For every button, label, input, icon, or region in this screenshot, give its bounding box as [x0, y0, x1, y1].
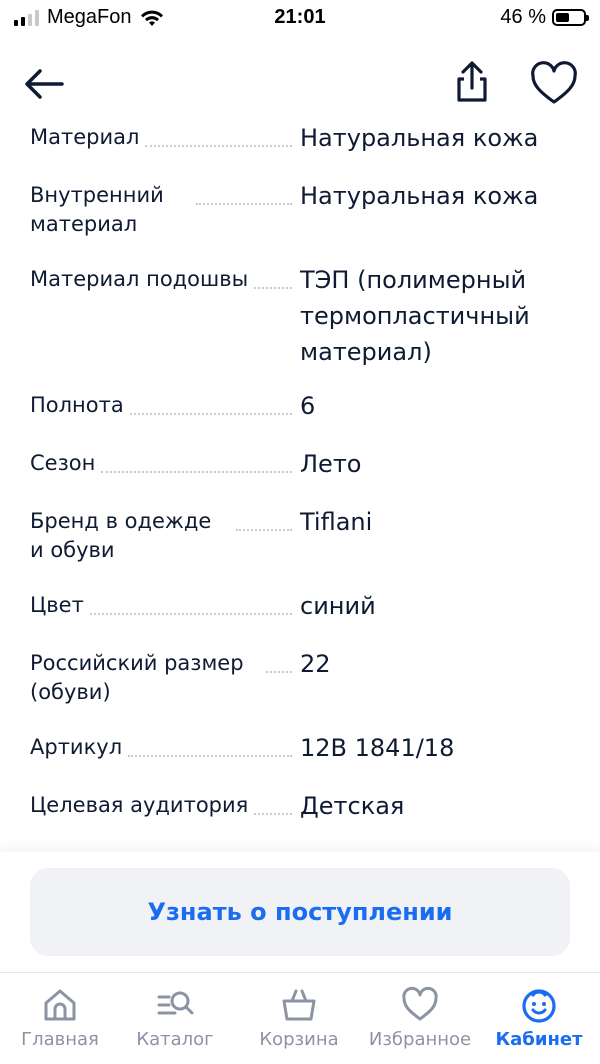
spec-row: Бренд в одежде и обуви Tiflani [0, 504, 600, 588]
spec-value: синий [300, 592, 376, 620]
spec-row: Российский размер (обуви) 22 [0, 646, 600, 730]
share-icon[interactable] [448, 58, 496, 106]
tab-home[interactable]: Главная [5, 985, 115, 1050]
dotted-leader [266, 649, 292, 673]
notify-arrival-button[interactable]: Узнать о поступлении [30, 868, 570, 956]
dotted-leader [101, 449, 292, 473]
tab-label: Корзина [259, 1029, 339, 1050]
spec-value: 6 [300, 392, 316, 420]
status-right: 46 % [500, 6, 589, 29]
spec-value: 12B 1841/18 [300, 734, 455, 762]
spec-row: Артикул 12B 1841/18 [0, 730, 600, 788]
dotted-leader [254, 791, 292, 815]
spec-row: Цвет синий [0, 588, 600, 646]
spec-value: Натуральная кожа [300, 182, 539, 210]
battery-icon [552, 9, 589, 26]
battery-percent: 46 % [500, 6, 546, 28]
dotted-leader [145, 123, 292, 147]
dotted-leader [129, 391, 292, 415]
spec-label: Бренд в одежде и обуви [30, 507, 236, 565]
tab-bar: Главная Каталог Корзина Избранное Кабине… [0, 972, 600, 1064]
tab-catalog[interactable]: Каталог [120, 985, 230, 1050]
dotted-leader [128, 733, 292, 757]
status-bar: MegaFon 21:01 46 % [0, 0, 600, 40]
spec-value: ТЭП (полимерный термопластичный материал… [300, 266, 530, 366]
spec-row: Материал подошвы ТЭП (полимерный термопл… [0, 262, 600, 388]
spec-label: Материал подошвы [30, 265, 255, 294]
tab-cart[interactable]: Корзина [244, 985, 354, 1050]
dotted-leader [89, 591, 292, 615]
tab-label: Главная [21, 1029, 99, 1050]
specs-list: Материал Натуральная кожа Внутренний мат… [0, 118, 600, 853]
dotted-leader [254, 265, 292, 289]
tab-account[interactable]: Кабинет [484, 985, 594, 1050]
tab-label: Кабинет [495, 1029, 583, 1050]
spec-value: Детская [300, 792, 405, 820]
spec-value: Tiflani [300, 508, 373, 536]
spec-label: Сезон [30, 449, 102, 478]
basket-icon [282, 989, 316, 1021]
profile-face-icon [522, 989, 556, 1023]
spec-value: Натуральная кожа [300, 124, 539, 152]
spec-label: Российский размер (обуви) [30, 649, 266, 707]
heart-icon [402, 986, 438, 1021]
arrow-left-icon[interactable] [20, 62, 68, 106]
spec-label: Цвет [30, 591, 90, 620]
tab-favorites[interactable]: Избранное [365, 985, 475, 1050]
tab-label: Каталог [136, 1029, 214, 1050]
heart-icon[interactable] [528, 60, 580, 108]
spec-row: Внутренний материал Натуральная кожа [0, 178, 600, 262]
dotted-leader [236, 507, 292, 531]
spec-row: Сезон Лето [0, 446, 600, 504]
tab-label: Избранное [368, 1029, 472, 1050]
dotted-leader [196, 181, 292, 205]
spec-value: 22 [300, 650, 331, 678]
cta-area: Узнать о поступлении [0, 852, 600, 972]
top-nav [0, 50, 600, 116]
spec-label: Целевая аудитория [30, 791, 255, 820]
spec-value: Лето [300, 450, 362, 478]
catalog-search-icon [157, 991, 194, 1015]
spec-label: Внутренний материал [30, 181, 196, 239]
home-icon [44, 989, 76, 1021]
spec-label: Артикул [30, 733, 129, 762]
spec-row: Целевая аудитория Детская [0, 788, 600, 846]
spec-row: Полнота 6 [0, 388, 600, 446]
spec-label: Полнота [30, 391, 130, 420]
spec-row: Материал Натуральная кожа [0, 120, 600, 178]
spec-label: Материал [30, 123, 146, 152]
